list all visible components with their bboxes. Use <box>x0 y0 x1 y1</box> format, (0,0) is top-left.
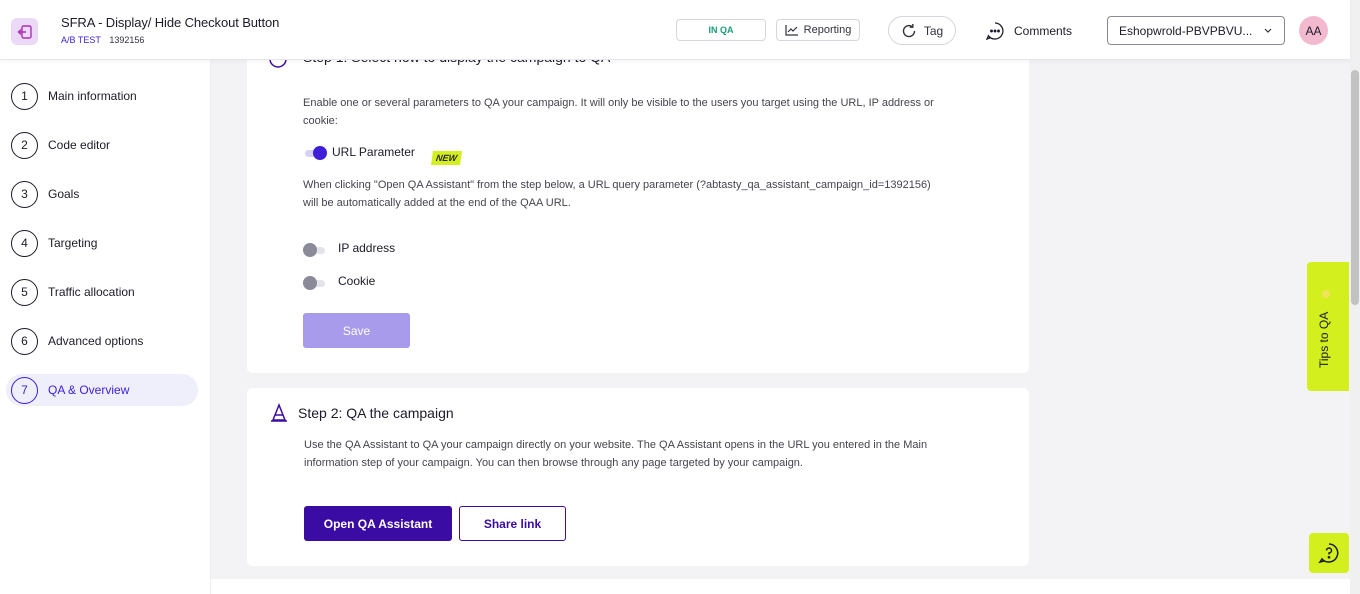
url-parameter-label: URL Parameter <box>332 145 415 159</box>
ip-address-label: IP address <box>338 241 396 255</box>
url-parameter-toggle[interactable] <box>303 146 327 160</box>
step2-desc-line1: Use the QA Assistant to QA your campaign… <box>304 439 928 451</box>
sidebar-item-goals[interactable]: 3 Goals <box>6 178 198 210</box>
tag-button[interactable]: Tag <box>888 16 956 45</box>
chart-icon <box>785 25 798 36</box>
new-badge: NEW <box>431 151 462 165</box>
comments-button[interactable]: Comments <box>985 18 1072 43</box>
cookie-toggle[interactable] <box>303 276 327 290</box>
step2-desc-line2: information step of your campaign. You c… <box>304 457 803 469</box>
step-label: Targeting <box>48 236 98 250</box>
footer-strip <box>211 579 1350 594</box>
step-number: 3 <box>11 180 38 208</box>
status-badge: IN QA <box>676 19 766 41</box>
account-select[interactable]: Eshopwrold-PBVPBVU... <box>1107 16 1285 45</box>
exit-icon[interactable] <box>11 18 38 45</box>
lightbulb-icon <box>1322 290 1330 298</box>
ip-address-toggle[interactable] <box>303 243 327 257</box>
step-number: 1 <box>11 82 38 110</box>
sidebar-item-qa-overview[interactable]: 7 QA & Overview <box>6 374 198 406</box>
share-link-button[interactable]: Share link <box>459 506 566 541</box>
sidebar-item-code-editor[interactable]: 2 Code editor <box>6 129 198 161</box>
step-number: 5 <box>11 278 38 306</box>
step-number: 2 <box>11 131 38 159</box>
open-qa-assistant-button[interactable]: Open QA Assistant <box>304 506 452 541</box>
cookie-label: Cookie <box>338 274 376 288</box>
avatar[interactable]: AA <box>1299 16 1328 45</box>
step-label: Advanced options <box>48 334 144 348</box>
step1-intro-line1: Enable one or several parameters to QA y… <box>303 97 934 109</box>
steps-sidebar: 1 Main information 2 Code editor 3 Goals… <box>0 60 211 594</box>
sidebar-item-advanced-options[interactable]: 6 Advanced options <box>6 325 198 357</box>
step-number: 7 <box>11 376 38 404</box>
step-label: Goals <box>48 187 80 201</box>
comment-icon <box>985 21 1004 40</box>
cone-icon <box>271 403 287 422</box>
account-value: Eshopwrold-PBVPBVU... <box>1119 23 1253 38</box>
tag-label: Tag <box>923 23 944 38</box>
step-number: 6 <box>11 327 38 355</box>
help-button[interactable] <box>1309 533 1349 573</box>
campaign-id: 1392156 <box>109 35 145 45</box>
reporting-button[interactable]: Reporting <box>776 19 860 41</box>
sidebar-item-targeting[interactable]: 4 Targeting <box>6 227 198 259</box>
sidebar-item-main-information[interactable]: 1 Main information <box>6 80 198 112</box>
refresh-icon <box>902 23 916 37</box>
url-param-desc-line1: When clicking "Open QA Assistant" from t… <box>303 179 931 191</box>
step-label: Code editor <box>48 138 111 152</box>
reporting-label: Reporting <box>803 24 852 36</box>
scrollbar-thumb[interactable] <box>1351 70 1359 305</box>
campaign-meta: A/B TEST 1392156 <box>61 35 144 45</box>
step-label: Traffic allocation <box>48 285 135 299</box>
step-label: QA & Overview <box>48 383 130 397</box>
campaign-title: SFRA - Display/ Hide Checkout Button <box>61 15 280 30</box>
url-param-desc-line2: will be automatically added at the end o… <box>303 197 571 209</box>
comments-label: Comments <box>1014 23 1073 38</box>
save-button[interactable]: Save <box>303 313 410 348</box>
step-label: Main information <box>48 89 137 103</box>
step2-heading: Step 2: QA the campaign <box>298 405 454 421</box>
campaign-type: A/B TEST <box>61 35 101 45</box>
chevron-down-icon <box>1264 28 1272 33</box>
step-number: 4 <box>11 229 38 257</box>
help-chat-icon <box>1318 543 1339 564</box>
sidebar-item-traffic-allocation[interactable]: 5 Traffic allocation <box>6 276 198 308</box>
top-header: SFRA - Display/ Hide Checkout Button A/B… <box>0 0 1350 60</box>
step1-intro-line2: cookie: <box>303 115 338 127</box>
tips-label: Tips to QA <box>1317 311 1331 368</box>
